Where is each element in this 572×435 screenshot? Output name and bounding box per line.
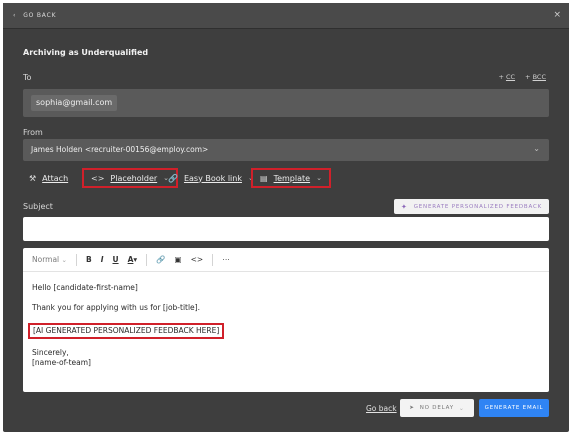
- add-bcc-button[interactable]: + BCC: [525, 73, 546, 81]
- chevron-down-icon: ⌄: [61, 256, 67, 264]
- code-brackets-icon: <>: [91, 173, 105, 183]
- to-label: To: [23, 73, 32, 82]
- more-options-icon[interactable]: ⋯: [222, 255, 230, 264]
- magic-wand-icon: ✦: [401, 202, 408, 211]
- placeholder-dropdown[interactable]: <> Placeholder ⌄: [82, 168, 179, 188]
- cc-bcc-links: + CC + BCC: [498, 73, 546, 81]
- link-icon: 🔗: [168, 173, 178, 183]
- divider: [212, 253, 214, 266]
- subject-input[interactable]: [23, 217, 549, 241]
- template-dropdown[interactable]: ▤ Template ⌄: [251, 168, 331, 188]
- generate-email-button[interactable]: GENERATE EMAIL: [479, 399, 549, 417]
- easy-book-link-dropdown[interactable]: 🔗 Easy Book link ⌄: [168, 168, 254, 188]
- ai-feedback-placeholder: [AI GENERATED PERSONALIZED FEEDBACK HERE…: [28, 323, 225, 339]
- template-icon: ▤: [260, 173, 268, 183]
- paperclip-icon: ⚒: [29, 173, 37, 183]
- from-label: From: [23, 128, 43, 137]
- email-body-editor[interactable]: Normal ⌄ B I U A▾ 🔗 ▣ <> ⋯ Hello [candid…: [23, 248, 549, 392]
- page-title: Archiving as Underqualified: [23, 48, 149, 57]
- generate-feedback-button[interactable]: ✦ GENERATE PERSONALIZED FEEDBACK: [394, 199, 549, 214]
- text-style-select[interactable]: Normal ⌄: [32, 255, 67, 264]
- divider: [146, 253, 148, 266]
- editor-toolbar: Normal ⌄ B I U A▾ 🔗 ▣ <> ⋯: [23, 248, 549, 272]
- bold-icon[interactable]: B: [86, 255, 92, 264]
- editor-content[interactable]: Hello [candidate-first-name] Thank you f…: [28, 283, 225, 368]
- modal-topbar: ‹ GO BACK ×: [3, 3, 569, 29]
- go-back-link[interactable]: Go back: [366, 404, 397, 413]
- close-icon[interactable]: ×: [553, 10, 561, 20]
- to-field[interactable]: sophia@gmail.com: [23, 89, 549, 117]
- attach-button[interactable]: ⚒ Attach: [29, 168, 68, 188]
- body-line: [name-of-team]: [32, 358, 91, 367]
- from-select[interactable]: James Holden <recruiter-00156@employ.com…: [23, 139, 549, 161]
- recipient-chip[interactable]: sophia@gmail.com: [31, 95, 118, 111]
- body-line: Thank you for applying with us for [job-…: [32, 303, 200, 312]
- divider: [75, 253, 77, 266]
- from-value: James Holden <recruiter-00156@employ.com…: [31, 145, 209, 154]
- email-composer-modal: ‹ GO BACK × Archiving as Underqualified …: [3, 3, 569, 432]
- add-cc-button[interactable]: + CC: [498, 73, 515, 81]
- image-icon[interactable]: ▣: [175, 255, 182, 264]
- chevron-down-icon: ⌄: [458, 404, 465, 412]
- underline-icon[interactable]: U: [113, 255, 119, 264]
- chevron-left-icon: ‹: [13, 12, 17, 19]
- body-line: Sincerely,: [32, 348, 69, 357]
- delay-select[interactable]: ➤ NO DELAY ⌄: [400, 399, 474, 417]
- chevron-down-icon: ⌄: [316, 174, 322, 182]
- code-icon[interactable]: <>: [191, 255, 204, 264]
- send-icon: ➤: [409, 405, 415, 411]
- chevron-down-icon: ⌄: [533, 144, 540, 153]
- link-icon[interactable]: 🔗: [156, 255, 165, 264]
- italic-icon[interactable]: I: [101, 255, 104, 264]
- go-back-label: GO BACK: [23, 12, 57, 19]
- go-back-top-button[interactable]: ‹ GO BACK: [13, 12, 56, 19]
- text-color-icon[interactable]: A▾: [128, 255, 138, 264]
- subject-label: Subject: [23, 202, 53, 211]
- compose-toolbar: ⚒ Attach <> Placeholder ⌄ 🔗 Easy Book li…: [23, 168, 549, 188]
- body-line: Hello [candidate-first-name]: [32, 283, 138, 292]
